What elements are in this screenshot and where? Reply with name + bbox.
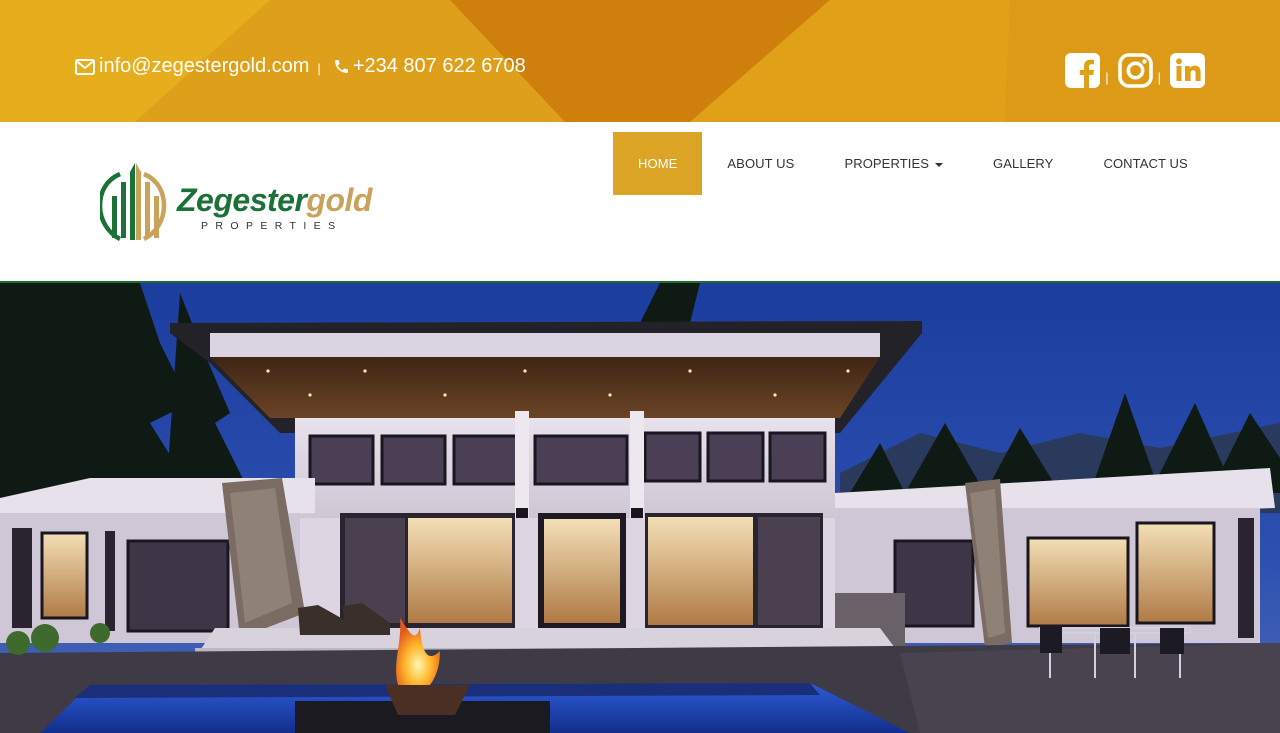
contact-separator: | [317,60,321,76]
hero-image [0,283,1280,733]
top-contact-bar: info@zegestergold.com | +234 807 622 670… [0,0,1280,122]
social-links: | | [1065,52,1205,88]
nav-properties-label: PROPERTIES [844,156,929,171]
email-link[interactable]: info@zegestergold.com [99,55,309,78]
hero-house-illustration [0,283,1280,733]
facebook-icon[interactable] [1065,52,1101,88]
phone-icon [333,58,350,75]
caret-down-icon [935,162,943,167]
phone-link[interactable]: +234 807 622 6708 [353,55,526,78]
logo-wordmark: Zegestergold [177,182,372,218]
nav-gallery[interactable]: GALLERY [968,132,1078,195]
logo-tagline: PROPERTIES [201,220,343,232]
linkedin-icon[interactable] [1170,52,1205,88]
nav-about-us[interactable]: ABOUT US [702,132,819,195]
nav-home[interactable]: HOME [613,132,703,195]
social-separator: | [1157,69,1161,85]
site-header: Zegestergold PROPERTIES HOME ABOUT US PR… [0,122,1280,281]
envelope-icon [75,59,95,75]
contact-info: info@zegestergold.com | +234 807 622 670… [75,53,526,79]
nav-properties[interactable]: PROPERTIES [819,132,968,195]
main-navigation: HOME ABOUT US PROPERTIES GALLERY CONTACT… [613,132,1213,195]
social-separator: | [1105,69,1109,85]
site-logo[interactable]: Zegestergold PROPERTIES [100,162,380,242]
nav-contact-us[interactable]: CONTACT US [1078,132,1212,195]
instagram-icon[interactable] [1117,52,1153,88]
logo-mark-icon [100,163,167,242]
